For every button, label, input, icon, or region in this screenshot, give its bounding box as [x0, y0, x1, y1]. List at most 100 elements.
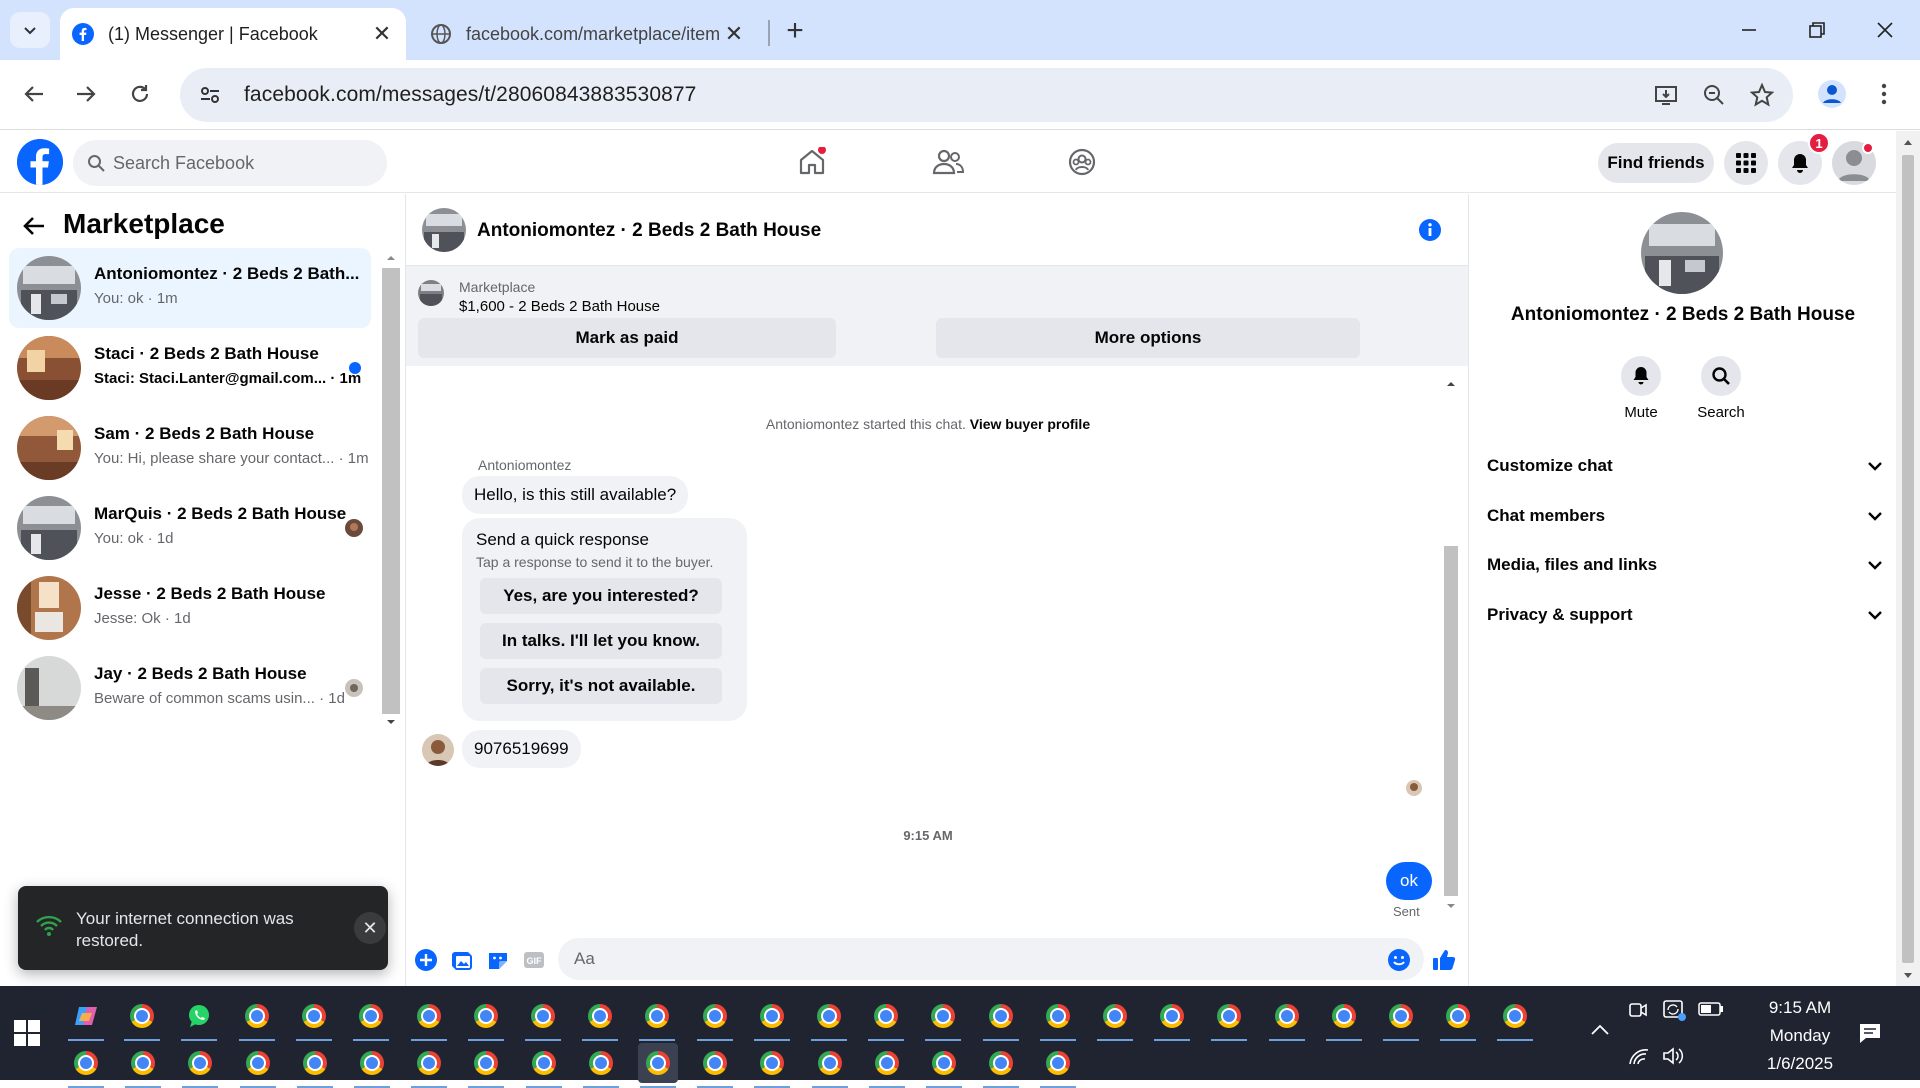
chrome-icon[interactable] — [1152, 996, 1192, 1041]
back-button[interactable] — [14, 74, 54, 114]
groups-nav[interactable] — [1052, 139, 1112, 185]
chrome-icon[interactable] — [351, 996, 391, 1041]
customize-chat-row[interactable]: Customize chat — [1487, 446, 1885, 486]
chrome-icon[interactable] — [924, 1043, 964, 1088]
chrome-icon[interactable] — [637, 996, 677, 1041]
chrome-icon[interactable] — [523, 996, 563, 1041]
my-message-bubble[interactable]: ok — [1386, 862, 1432, 900]
chrome-icon[interactable] — [981, 1043, 1021, 1088]
chat-scrollbar[interactable] — [1442, 376, 1460, 916]
chrome-icon[interactable] — [810, 1043, 850, 1088]
photo-icon[interactable] — [448, 946, 476, 974]
chat-avatar[interactable] — [422, 208, 466, 252]
quick-response-option[interactable]: Yes, are you interested? — [480, 578, 722, 614]
chrome-icon[interactable] — [638, 1043, 678, 1088]
info-icon[interactable] — [1418, 218, 1442, 242]
profile-icon[interactable] — [1812, 74, 1852, 114]
home-nav[interactable] — [782, 139, 842, 185]
tab-search-button[interactable] — [10, 12, 50, 48]
like-icon[interactable] — [1430, 946, 1458, 974]
chrome-icon[interactable] — [923, 996, 963, 1041]
quick-response-option[interactable]: In talks. I'll let you know. — [480, 623, 722, 659]
chrome-icon[interactable] — [294, 996, 334, 1041]
chrome-icon[interactable] — [122, 996, 162, 1041]
tab-marketplace[interactable]: facebook.com/marketplace/item ✕ — [418, 8, 758, 60]
chrome-icon[interactable] — [466, 996, 506, 1041]
chrome-icon[interactable] — [1381, 996, 1421, 1041]
chrome-icon[interactable] — [752, 996, 792, 1041]
url-text[interactable]: facebook.com/messages/t/2806084388353087… — [244, 83, 696, 107]
conversation-item[interactable]: Staci · 2 Beds 2 Bath House Staci: Staci… — [9, 328, 371, 408]
chrome-icon[interactable] — [581, 1043, 621, 1088]
details-avatar[interactable] — [1641, 212, 1723, 294]
close-window-button[interactable] — [1862, 10, 1908, 50]
chrome-icon[interactable] — [580, 996, 620, 1041]
clock[interactable]: 9:15 AM Monday 1/6/2025 — [1740, 994, 1860, 1078]
chrome-icon[interactable] — [867, 1043, 907, 1088]
minimize-button[interactable] — [1726, 10, 1772, 50]
chrome-icon[interactable] — [752, 1043, 792, 1088]
chrome-icon[interactable] — [238, 1043, 278, 1088]
omnibox[interactable]: facebook.com/messages/t/2806084388353087… — [180, 68, 1793, 122]
chrome-icon[interactable] — [295, 1043, 335, 1088]
emoji-icon[interactable] — [1385, 946, 1413, 974]
chrome-icon[interactable] — [237, 996, 277, 1041]
chrome-icon[interactable] — [1495, 996, 1535, 1041]
gif-icon[interactable]: GIF — [520, 946, 548, 974]
conversation-item[interactable]: Antoniomontez · 2 Beds 2 Bath... You: ok… — [9, 248, 371, 328]
tray-chevron-up-icon[interactable] — [1590, 1022, 1610, 1036]
close-tab-icon[interactable]: ✕ — [368, 20, 396, 48]
meet-now-icon[interactable] — [1628, 1000, 1648, 1020]
chrome-icon[interactable] — [1038, 1043, 1078, 1088]
chrome-icon[interactable] — [466, 1043, 506, 1088]
quick-response-option[interactable]: Sorry, it's not available. — [480, 668, 722, 704]
privacy-support-row[interactable]: Privacy & support — [1487, 595, 1885, 635]
chrome-icon[interactable] — [352, 1043, 392, 1088]
chrome-icon[interactable] — [123, 1043, 163, 1088]
battery-icon[interactable] — [1698, 1002, 1724, 1016]
facebook-search-input[interactable]: Search Facebook — [73, 140, 387, 186]
chrome-icon[interactable] — [524, 1043, 564, 1088]
bookmark-star-icon[interactable] — [1742, 75, 1782, 115]
mark-as-paid-button[interactable]: Mark as paid — [418, 318, 836, 358]
network-icon[interactable] — [1628, 1046, 1650, 1066]
friends-nav[interactable] — [918, 139, 978, 185]
message-bubble[interactable]: 9076519699 — [462, 730, 581, 768]
listing-title[interactable]: $1,600 - 2 Beds 2 Bath House — [459, 298, 660, 315]
sticker-icon[interactable] — [484, 946, 512, 974]
chrome-icon[interactable] — [866, 996, 906, 1041]
chrome-icon[interactable] — [695, 996, 735, 1041]
volume-icon[interactable] — [1662, 1046, 1686, 1066]
message-input[interactable]: Aa — [558, 938, 1424, 980]
copilot-icon[interactable] — [66, 996, 106, 1041]
chrome-icon[interactable] — [1209, 996, 1249, 1041]
chrome-icon[interactable] — [981, 996, 1021, 1041]
chrome-icon[interactable] — [1095, 996, 1135, 1041]
facebook-logo-icon[interactable] — [17, 139, 63, 185]
conversation-scrollbar[interactable] — [382, 250, 400, 730]
site-info-icon[interactable] — [190, 75, 230, 115]
view-buyer-profile-link[interactable]: View buyer profile — [970, 416, 1090, 432]
browser-menu-icon[interactable] — [1864, 74, 1904, 114]
restore-button[interactable] — [1794, 10, 1840, 50]
whatsapp-icon[interactable] — [179, 996, 219, 1041]
chat-title[interactable]: Antoniomontez · 2 Beds 2 Bath House — [477, 220, 821, 242]
message-bubble[interactable]: Hello, is this still available? — [462, 476, 689, 514]
install-app-icon[interactable] — [1646, 75, 1686, 115]
more-options-button[interactable]: More options — [936, 318, 1360, 358]
page-scrollbar[interactable] — [1896, 131, 1920, 986]
new-tab-button[interactable]: + — [778, 14, 812, 48]
add-icon[interactable] — [412, 946, 440, 974]
notification-center-icon[interactable] — [1858, 1022, 1882, 1044]
reload-button[interactable] — [120, 74, 160, 114]
conversation-item[interactable]: Jesse · 2 Beds 2 Bath House Jesse: Ok · … — [9, 568, 371, 648]
conversation-item[interactable]: MarQuis · 2 Beds 2 Bath House You: ok · … — [9, 488, 371, 568]
chrome-icon[interactable] — [1324, 996, 1364, 1041]
windows-start-icon[interactable] — [14, 1020, 40, 1046]
forward-button[interactable] — [66, 74, 106, 114]
search-in-chat-button[interactable]: Search — [1681, 356, 1761, 421]
chrome-icon[interactable] — [1038, 996, 1078, 1041]
buyer-avatar[interactable] — [422, 734, 454, 766]
close-tab-icon[interactable]: ✕ — [720, 20, 748, 48]
mute-button[interactable]: Mute — [1601, 356, 1681, 421]
